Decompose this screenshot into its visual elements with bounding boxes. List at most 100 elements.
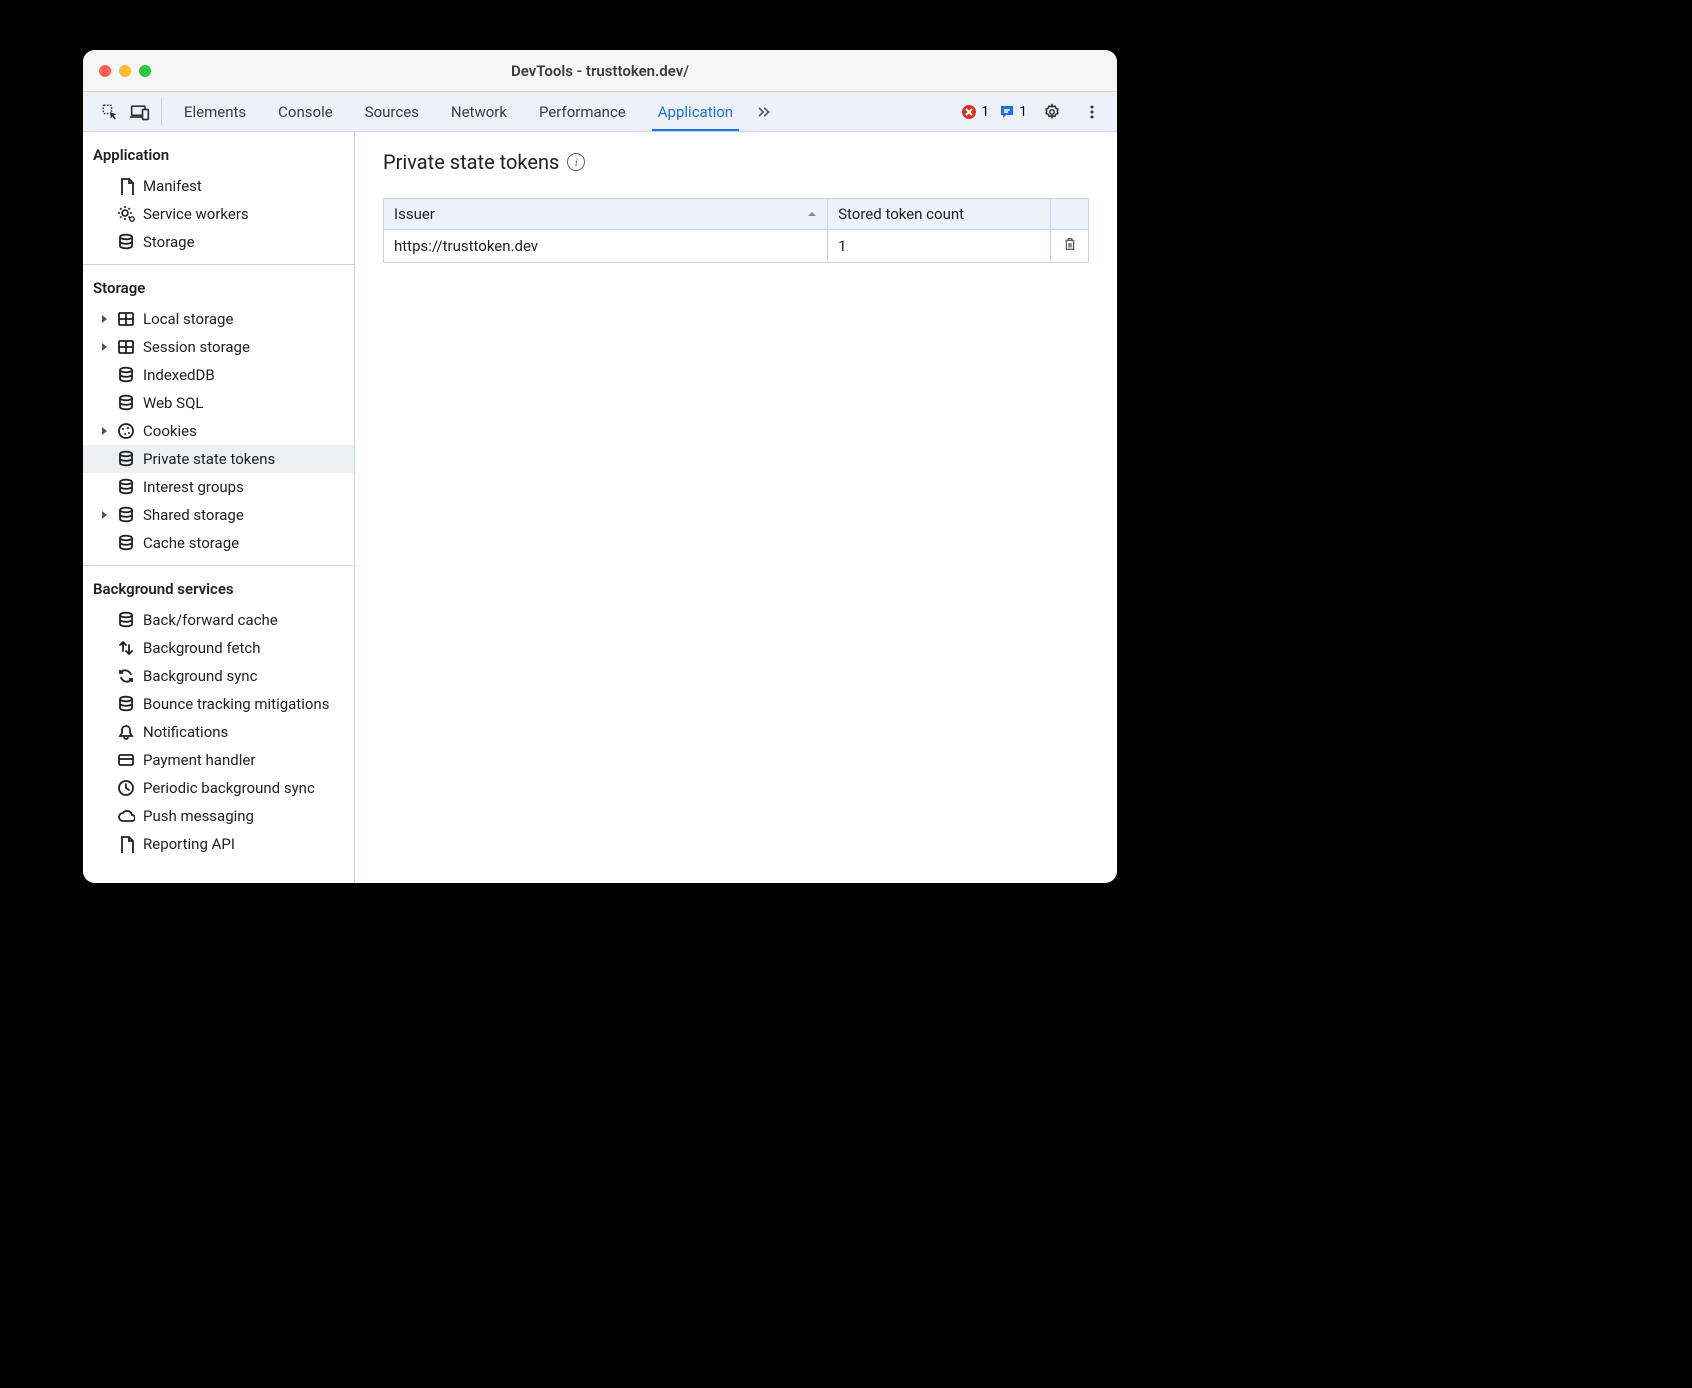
toolbar-separator <box>161 98 162 125</box>
sidebar-item-label: Back/forward cache <box>143 611 278 629</box>
table-icon <box>117 338 135 356</box>
sidebar-item-interest-groups[interactable]: Interest groups <box>83 473 354 501</box>
sidebar-item-web-sql[interactable]: Web SQL <box>83 389 354 417</box>
sidebar-item-cookies[interactable]: Cookies <box>83 417 354 445</box>
sidebar-item-label: Service workers <box>143 205 249 223</box>
database-icon <box>117 233 135 251</box>
sidebar-item-label: Push messaging <box>143 807 254 825</box>
settings-icon[interactable] <box>1037 103 1067 121</box>
sidebar-item-background-sync[interactable]: Background sync <box>83 662 354 690</box>
panel-heading-text: Private state tokens <box>383 150 559 174</box>
device-toolbar-icon[interactable] <box>125 92 155 131</box>
sidebar-item-label: Payment handler <box>143 751 255 769</box>
sidebar-item-background-fetch[interactable]: Background fetch <box>83 634 354 662</box>
col-issuer[interactable]: Issuer <box>384 199 828 230</box>
file-icon <box>117 177 135 195</box>
sidebar-item-label: Background fetch <box>143 639 260 657</box>
database-icon <box>117 534 135 552</box>
expand-arrow-icon <box>99 425 109 437</box>
sidebar-item-reporting-api[interactable]: Reporting API <box>83 830 354 858</box>
sidebar-item-label: Background sync <box>143 667 257 685</box>
tab-network[interactable]: Network <box>435 92 523 131</box>
cell-issuer: https://trusttoken.dev <box>384 230 828 263</box>
cookie-icon <box>117 422 135 440</box>
cell-actions <box>1051 230 1089 263</box>
maximize-window-button[interactable] <box>139 65 151 77</box>
tab-elements[interactable]: Elements <box>168 92 262 131</box>
col-count[interactable]: Stored token count <box>828 199 1051 230</box>
tab-application[interactable]: Application <box>642 92 749 131</box>
file-icon <box>117 835 135 853</box>
database-icon <box>117 506 135 524</box>
sidebar-item-notifications[interactable]: Notifications <box>83 718 354 746</box>
cloud-icon <box>117 807 135 825</box>
sidebar-item-shared-storage[interactable]: Shared storage <box>83 501 354 529</box>
sidebar-item-label: Notifications <box>143 723 228 741</box>
panel-tabs: ElementsConsoleSourcesNetworkPerformance… <box>168 92 749 131</box>
content-area: Application Manifest Service workers Storag… <box>83 132 1117 883</box>
sidebar-item-storage[interactable]: Storage <box>83 228 354 256</box>
delete-icon[interactable] <box>1062 236 1078 252</box>
message-counter[interactable]: 1 <box>999 104 1027 120</box>
sidebar-item-manifest[interactable]: Manifest <box>83 172 354 200</box>
sidebar-item-label: IndexedDB <box>143 366 215 384</box>
sidebar-item-service-workers[interactable]: Service workers <box>83 200 354 228</box>
table-icon <box>117 310 135 328</box>
error-counter[interactable]: 1 <box>961 104 989 120</box>
devtools-toolbar: ElementsConsoleSourcesNetworkPerformance… <box>83 92 1117 132</box>
sidebar-item-back-forward-cache[interactable]: Back/forward cache <box>83 606 354 634</box>
database-icon <box>117 450 135 468</box>
database-icon <box>117 366 135 384</box>
fetch-icon <box>117 639 135 657</box>
tab-console[interactable]: Console <box>262 92 349 131</box>
sidebar-item-local-storage[interactable]: Local storage <box>83 305 354 333</box>
sidebar-item-label: Web SQL <box>143 394 203 412</box>
minimize-window-button[interactable] <box>119 65 131 77</box>
expand-arrow-icon <box>99 313 109 325</box>
database-icon <box>117 394 135 412</box>
section-header: Application <box>83 132 354 172</box>
sidebar-item-label: Session storage <box>143 338 250 356</box>
sort-ascending-icon <box>807 209 817 219</box>
sidebar-item-label: Local storage <box>143 310 233 328</box>
panel-heading: Private state tokens i <box>383 150 1089 174</box>
expand-arrow-icon <box>99 341 109 353</box>
tokens-table: Issuer Stored token count https://trustt… <box>383 198 1089 263</box>
database-icon <box>117 478 135 496</box>
gears-icon <box>117 205 135 223</box>
info-icon[interactable]: i <box>567 153 585 171</box>
database-icon <box>117 611 135 629</box>
sidebar-item-cache-storage[interactable]: Cache storage <box>83 529 354 557</box>
table-row[interactable]: https://trusttoken.dev1 <box>384 230 1089 263</box>
sidebar-item-session-storage[interactable]: Session storage <box>83 333 354 361</box>
col-actions <box>1051 199 1089 230</box>
tab-sources[interactable]: Sources <box>349 92 435 131</box>
sidebar-item-private-state-tokens[interactable]: Private state tokens <box>83 445 354 473</box>
main-panel: Private state tokens i Issuer Stored tok… <box>355 132 1117 883</box>
application-sidebar[interactable]: Application Manifest Service workers Storag… <box>83 132 355 883</box>
card-icon <box>117 751 135 769</box>
database-icon <box>117 695 135 713</box>
close-window-button[interactable] <box>99 65 111 77</box>
devtools-window: DevTools - trusttoken.dev/ ElementsConso… <box>83 50 1117 883</box>
sync-icon <box>117 667 135 685</box>
more-tabs-icon[interactable] <box>749 92 779 131</box>
sidebar-item-payment-handler[interactable]: Payment handler <box>83 746 354 774</box>
sidebar-item-label: Manifest <box>143 177 202 195</box>
sidebar-item-indexeddb[interactable]: IndexedDB <box>83 361 354 389</box>
bell-icon <box>117 723 135 741</box>
message-count: 1 <box>1019 104 1027 120</box>
error-count: 1 <box>981 104 989 120</box>
more-options-icon[interactable] <box>1077 104 1107 120</box>
sidebar-item-push-messaging[interactable]: Push messaging <box>83 802 354 830</box>
sidebar-item-label: Reporting API <box>143 835 235 853</box>
inspect-element-icon[interactable] <box>95 92 125 131</box>
sidebar-item-periodic-background-sync[interactable]: Periodic background sync <box>83 774 354 802</box>
clock-icon <box>117 779 135 797</box>
col-count-label: Stored token count <box>838 205 964 223</box>
sidebar-item-label: Interest groups <box>143 478 244 496</box>
tab-performance[interactable]: Performance <box>523 92 642 131</box>
titlebar: DevTools - trusttoken.dev/ <box>83 50 1117 92</box>
sidebar-item-label: Cache storage <box>143 534 239 552</box>
sidebar-item-bounce-tracking-mitigations[interactable]: Bounce tracking mitigations <box>83 690 354 718</box>
